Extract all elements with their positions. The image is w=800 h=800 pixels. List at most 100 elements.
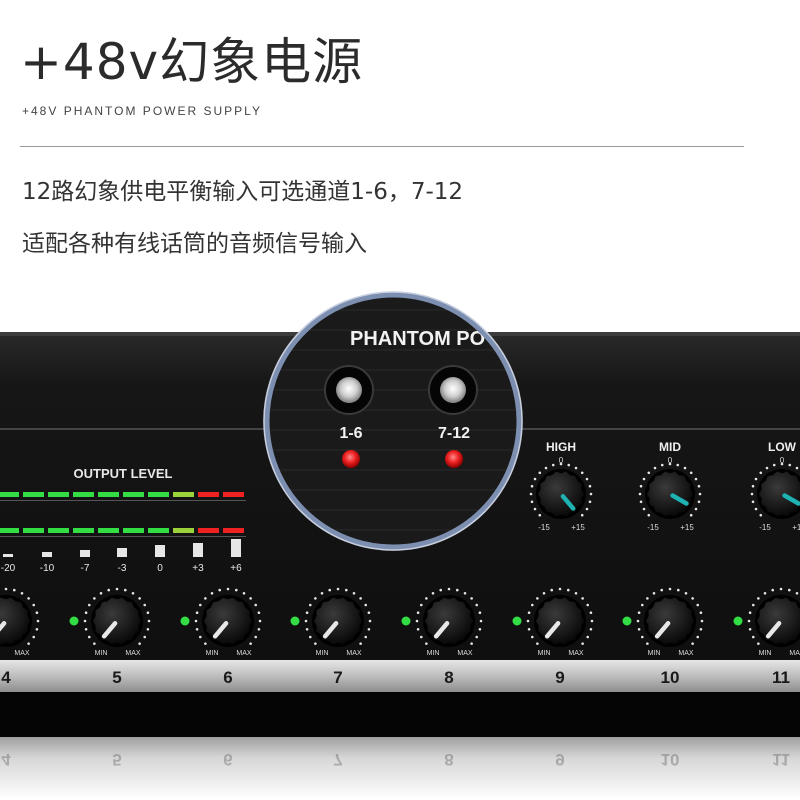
eq-knob-low[interactable] — [757, 469, 800, 519]
knob-scale-dot — [364, 603, 368, 607]
knob-scale-dot — [87, 603, 91, 607]
meter-scale-bar — [231, 539, 241, 557]
knob-scale-dot — [765, 466, 769, 470]
knob-scale-dot — [93, 642, 96, 645]
knob-scale-dot — [527, 627, 531, 631]
knob-scale-dot — [210, 591, 214, 595]
gain-knob-ch7[interactable] — [312, 595, 364, 647]
knob-scale-dot — [314, 597, 317, 600]
phantom-button-label-1-6: 1-6 — [339, 425, 362, 442]
eq-knob-mid[interactable] — [645, 469, 695, 519]
meter-segment — [123, 528, 144, 533]
knob-scale-dot — [748, 627, 752, 631]
knob-scale-dot — [763, 591, 767, 595]
knob-pointer — [560, 494, 576, 511]
eq-section: HIGH 0 -15 +15 MID 0 -15 +15 LOW 0 -15 +15 — [529, 440, 800, 532]
meter-segment — [223, 492, 244, 497]
channel-number: 4 — [1, 668, 11, 687]
knob-scale-dot — [589, 611, 593, 615]
eq-knob-high[interactable] — [536, 469, 586, 519]
meter-segment — [198, 528, 219, 533]
meter-scale-bar — [42, 552, 52, 557]
knob-scale-dot — [751, 603, 755, 607]
phantom-button-label-7-12: 7-12 — [438, 425, 470, 442]
knob-scale-dot — [647, 471, 651, 475]
knob-scale-dot — [684, 591, 688, 595]
gain-knob-ch10[interactable] — [644, 595, 696, 647]
knob-scale-dot — [226, 587, 230, 591]
gain-knob-ch8[interactable] — [423, 595, 475, 647]
knob-min-label: MIN — [759, 650, 772, 657]
phantom-button-7-12[interactable] — [428, 365, 478, 415]
knob-scale-dot — [754, 477, 758, 481]
knob-scale-dot — [697, 484, 701, 488]
gain-knob-ch11[interactable] — [755, 595, 800, 647]
knob-scale-dot — [304, 619, 308, 623]
knob-scale-dot — [147, 619, 151, 623]
knob-scale-dot — [533, 477, 537, 481]
knob-scale-dot — [32, 603, 36, 607]
knob-min-label: MIN — [648, 650, 661, 657]
knob-scale-dot — [751, 484, 755, 488]
knob-scale-dot — [747, 619, 751, 623]
knob-scale-dot — [581, 597, 584, 600]
gain-knob-ch6[interactable] — [202, 595, 254, 647]
knob-scale-dot — [588, 500, 592, 504]
eq-min-label: -15 — [759, 523, 771, 532]
knob-scale-dot — [574, 466, 578, 470]
knob-scale-dot — [759, 471, 763, 475]
knob-scale-dot — [638, 492, 642, 496]
knob-scale-dot — [676, 588, 680, 592]
meter-scale: -20 -10 -7 -3 0 +3 +6 — [1, 539, 242, 574]
knob-scale-dot — [257, 611, 261, 615]
knob-scale-dot — [314, 642, 317, 645]
gain-knob-ch9[interactable] — [534, 595, 586, 647]
knob-scale-dot — [35, 627, 39, 631]
knob-scale-dot — [36, 619, 40, 623]
signal-led — [512, 616, 522, 626]
knob-scale-dot — [431, 591, 435, 595]
meter-scale-bar — [193, 543, 203, 557]
knob-min-label: MIN — [206, 650, 219, 657]
knob-scale-dot — [581, 642, 584, 645]
meter-scale-bar — [117, 548, 127, 557]
knob-scale-dot — [558, 587, 562, 591]
knob-scale-dot — [699, 611, 703, 615]
meter-segment — [73, 492, 94, 497]
knob-scale-dot — [698, 492, 702, 496]
phantom-magnifier: PHANTOM PO 1-6 7-12 — [263, 291, 523, 551]
knob-scale-dot — [478, 611, 482, 615]
eq-min-label: -15 — [647, 523, 659, 532]
gain-knob-ch5[interactable] — [91, 595, 143, 647]
gain-knob-ch4[interactable] — [0, 595, 32, 647]
eq-max-label: +15 — [571, 523, 585, 532]
knob-min-label: MIN — [316, 650, 329, 657]
knob-scale-dot — [305, 611, 309, 615]
knob-scale-dot — [254, 635, 258, 639]
meter-segment — [0, 528, 19, 533]
knob-scale-dot — [242, 591, 246, 595]
knob-pointer — [544, 621, 561, 639]
knob-max-label: MAX — [346, 650, 362, 657]
knob-scale-dot — [668, 587, 672, 591]
knob-scale-dot — [550, 588, 554, 592]
meter-scale-label: -20 — [1, 563, 16, 574]
page-title: +48v幻象电源 — [20, 33, 364, 91]
knob-scale-dot — [544, 466, 548, 470]
phantom-button-1-6[interactable] — [324, 365, 374, 415]
knob-scale-dot — [647, 513, 651, 517]
signal-led — [622, 616, 632, 626]
knob-scale-dot — [759, 513, 763, 517]
knob-scale-dot — [305, 627, 309, 631]
output-level-label: OUTPUT LEVEL — [74, 466, 173, 481]
knob-scale-dot — [367, 611, 371, 615]
knob-scale-dot — [368, 619, 372, 623]
knob-scale-dot — [642, 477, 646, 481]
knob-scale-dot — [475, 603, 479, 607]
meter-segment — [48, 528, 69, 533]
channel-number-reflection: 10 — [661, 750, 680, 769]
knob-scale-dot — [694, 477, 698, 481]
channel-number-reflection: 8 — [444, 750, 453, 769]
knob-scale-dot — [751, 500, 755, 504]
knob-scale-dot — [352, 591, 356, 595]
